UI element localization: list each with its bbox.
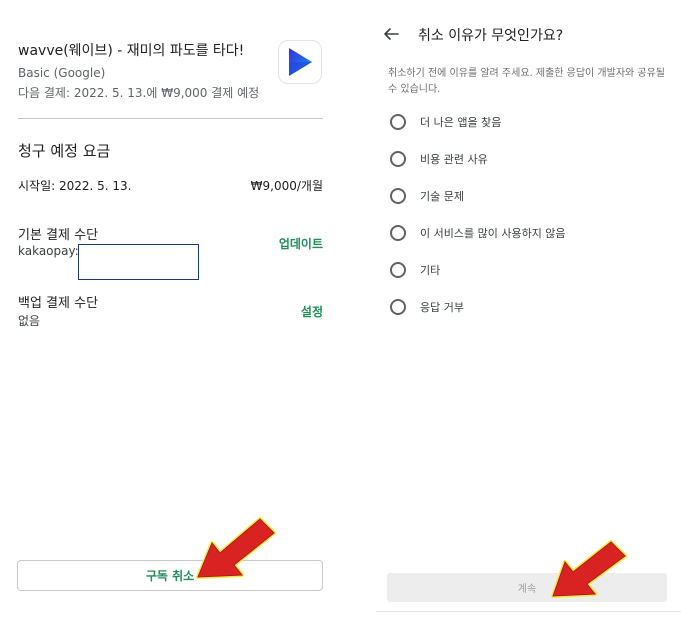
reason-option[interactable]: 응답 거부 [390,297,464,317]
primary-payment-title: 기본 결제 수단 [18,228,99,243]
annotation-arrow-icon [196,517,276,579]
annotation-arrow-icon [551,540,627,598]
reason-label: 기술 문제 [420,190,464,203]
reason-label: 더 나은 앱을 찾음 [420,116,502,129]
redacted-payment-box [78,244,199,280]
plan-label: Basic (Google) [18,66,106,80]
price-label: ₩9,000/개월 [250,179,323,193]
subscription-detail-panel: wavve(웨이브) - 재미의 파도를 타다! Basic (Google) … [0,0,340,621]
reason-label: 응답 거부 [420,301,464,314]
start-date-label: 시작일: 2022. 5. 13. [18,179,132,193]
radio-button[interactable] [390,299,406,315]
page-title: 취소 이유가 무엇인가요? [418,28,564,44]
radio-button[interactable] [390,188,406,204]
primary-payment-method: kakaopay: [18,244,79,258]
reason-option[interactable]: 기타 [390,260,440,280]
radio-button[interactable] [390,225,406,241]
section-title: 청구 예정 요금 [18,142,111,160]
reason-option[interactable]: 비용 관련 사유 [390,149,488,169]
reason-option[interactable]: 더 나은 앱을 찾음 [390,112,501,132]
wavve-play-icon [289,48,312,76]
description-text: 취소하기 전에 이유를 알려 주세요. 제출한 응답이 개발자와 공유될 수 있… [388,68,666,95]
radio-button[interactable] [390,114,406,130]
reason-option[interactable]: 이 서비스를 많이 사용하지 않음 [390,223,566,243]
divider [18,118,323,119]
backup-payment-value: 없음 [18,314,41,328]
reason-label: 이 서비스를 많이 사용하지 않음 [420,227,566,240]
wavve-app-icon [278,40,322,84]
reason-label: 기타 [420,264,441,277]
backup-payment-title: 백업 결제 수단 [18,296,99,311]
setup-backup-payment-link[interactable]: 설정 [301,303,323,320]
reason-option[interactable]: 기술 문제 [390,186,464,206]
divider [376,611,681,612]
arrow-left-icon[interactable] [382,25,400,43]
radio-button[interactable] [390,262,406,278]
app-title: wavve(웨이브) - 재미의 파도를 타다! [18,43,245,59]
reason-label: 비용 관련 사유 [420,153,488,166]
cancel-reason-panel: 취소 이유가 무엇인가요? 취소하기 전에 이유를 알려 주세요. 제출한 응답… [376,0,681,621]
next-payment-text: 다음 결제: 2022. 5. 13.에 ₩9,000 결제 예정 [18,86,260,100]
radio-button[interactable] [390,151,406,167]
update-payment-link[interactable]: 업데이트 [279,235,323,252]
